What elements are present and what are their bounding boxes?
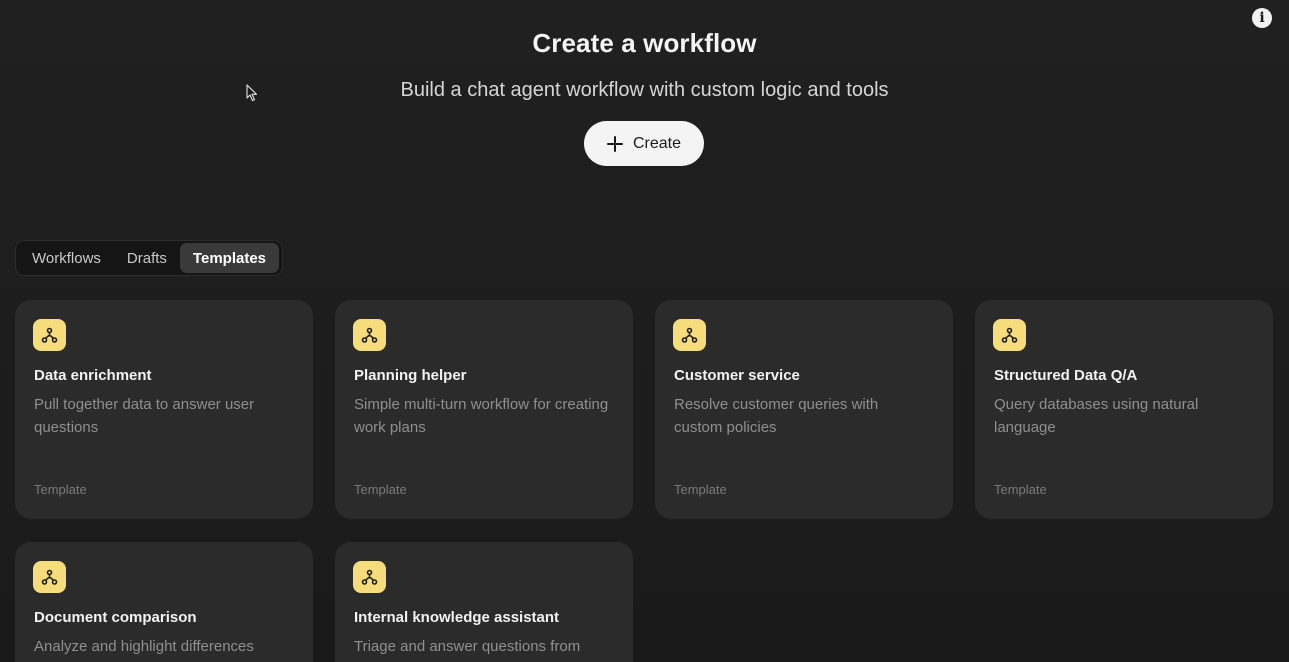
card-tag: Template [994, 482, 1047, 497]
workflow-icon [33, 561, 66, 593]
card-title: Planning helper [354, 367, 467, 384]
card-tag: Template [674, 482, 727, 497]
card-title: Document comparison [34, 609, 197, 626]
card-title: Internal knowledge assistant [354, 609, 560, 626]
card-tag: Template [354, 482, 407, 497]
template-card-customer-service[interactable]: Customer service Resolve customer querie… [655, 300, 953, 519]
create-button-label: Create [632, 134, 682, 152]
create-button[interactable]: Create [584, 121, 704, 166]
card-tag: Template [34, 482, 87, 497]
card-description: Triage and answer questions from [354, 638, 581, 655]
workflow-icon [353, 319, 386, 351]
template-card-structured-data-qa[interactable]: Structured Data Q/A Query databases usin… [975, 300, 1273, 519]
plus-icon [606, 135, 623, 152]
card-title: Structured Data Q/A [994, 367, 1138, 384]
card-description: Analyze and highlight differences [34, 638, 254, 655]
template-card-planning-helper[interactable]: Planning helper Simple multi-turn workfl… [335, 300, 633, 519]
info-icon[interactable]: i [1252, 8, 1272, 28]
tab-drafts-label: Drafts [126, 249, 167, 267]
workflow-icon [33, 319, 66, 351]
template-card-internal-knowledge-assistant[interactable]: Internal knowledge assistant Triage and … [335, 542, 633, 662]
template-card-data-enrichment[interactable]: Data enrichment Pull together data to an… [15, 300, 313, 519]
tab-workflows-label: Workflows [32, 249, 101, 267]
card-title: Customer service [674, 367, 800, 384]
tab-templates-label: Templates [192, 249, 267, 267]
workflow-icon [993, 319, 1026, 351]
card-title: Data enrichment [34, 367, 152, 384]
tab-drafts[interactable]: Drafts [114, 243, 180, 273]
workflow-tabs: Workflows Drafts Templates [15, 240, 284, 276]
card-description: Pull together data to answer user questi… [34, 396, 255, 436]
tab-workflows[interactable]: Workflows [19, 243, 114, 273]
card-description: Resolve customer queries with custom pol… [674, 396, 879, 436]
card-description: Query databases using natural language [994, 396, 1199, 436]
card-description: Simple multi-turn workflow for creating … [354, 396, 609, 436]
tab-templates[interactable]: Templates [179, 243, 280, 273]
workflow-page: i Create a workflow Build a chat agent w… [0, 0, 1289, 662]
page-title: Create a workflow [532, 28, 757, 58]
workflow-icon [353, 561, 386, 593]
page-subtitle: Build a chat agent workflow with custom … [400, 79, 889, 101]
workflow-icon [673, 319, 706, 351]
template-card-document-comparison[interactable]: Document comparison Analyze and highligh… [15, 542, 313, 662]
